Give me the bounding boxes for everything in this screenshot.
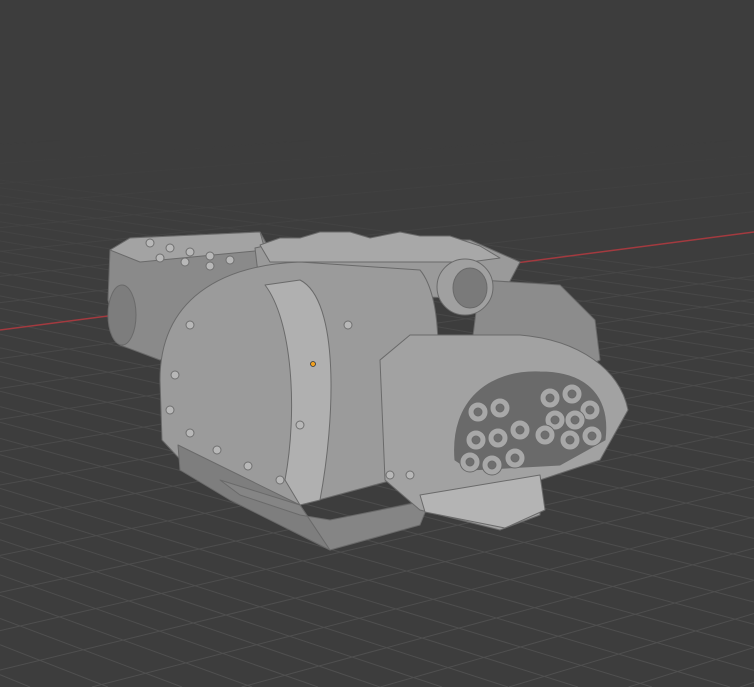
rivet	[185, 428, 195, 438]
barrel-bore	[550, 415, 560, 425]
barrel-muzzle	[452, 267, 488, 309]
barrel-bore	[515, 425, 525, 435]
barrel-bore	[493, 433, 503, 443]
rear-wheel	[107, 284, 137, 346]
barrel-bore	[495, 403, 505, 413]
rivet	[165, 243, 175, 253]
crenellations	[259, 231, 501, 263]
object-origin-icon	[310, 361, 316, 367]
rivet	[205, 261, 215, 271]
barrel-bore	[487, 460, 497, 470]
rivet	[405, 470, 415, 480]
barrel-bore	[540, 430, 550, 440]
barrel-bore	[473, 407, 483, 417]
barrel-bore	[587, 431, 597, 441]
barrel-bore	[545, 393, 555, 403]
barrel-bore	[567, 389, 577, 399]
rivet	[205, 251, 215, 261]
rivet	[180, 257, 190, 267]
barrel-bore	[585, 405, 595, 415]
rivet	[165, 405, 175, 415]
rivet	[155, 253, 165, 263]
rivet	[212, 445, 222, 455]
3d-viewport[interactable]	[0, 0, 754, 687]
barrel-bore	[565, 435, 575, 445]
rivet	[145, 238, 155, 248]
rivet	[185, 320, 195, 330]
rivet	[170, 370, 180, 380]
barrel-bore	[570, 415, 580, 425]
rivet	[243, 461, 253, 471]
barrel-bore	[465, 457, 475, 467]
rivet	[295, 420, 305, 430]
rivet	[185, 247, 195, 257]
rivet	[225, 255, 235, 265]
barrel-bore	[471, 435, 481, 445]
rivet	[343, 320, 353, 330]
rivet	[385, 470, 395, 480]
rivet	[275, 475, 285, 485]
barrel-bore	[510, 453, 520, 463]
model-mesh[interactable]	[0, 0, 754, 687]
